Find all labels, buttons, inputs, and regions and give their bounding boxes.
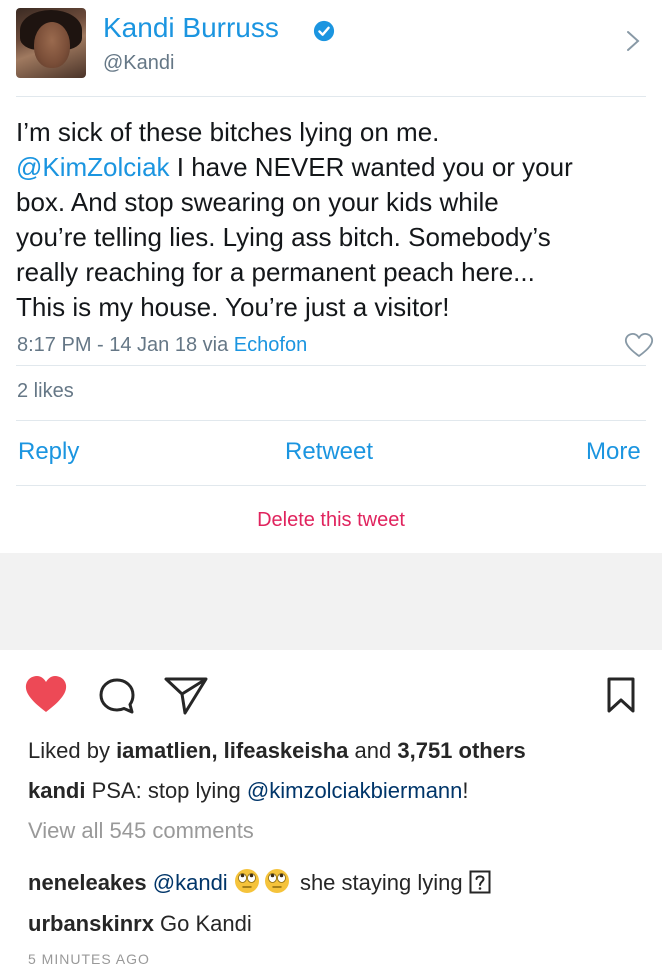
view-all-comments[interactable]: View all 545 comments bbox=[28, 818, 254, 844]
tweet-card: Kandi Burruss @Kandi I’m sick of these b… bbox=[0, 0, 662, 553]
caption-username[interactable]: kandi bbox=[28, 778, 85, 803]
tweet-text: I’m sick of these bitches lying on me. @… bbox=[16, 115, 646, 325]
rolling-eyes-emoji bbox=[234, 869, 259, 893]
instagram-post-footer: Liked by iamatlien, lifeaskeisha and 3,7… bbox=[0, 650, 662, 959]
via-app-link[interactable]: Echofon bbox=[234, 334, 307, 356]
caption: kandi PSA: stop lying @kimzolciakbierman… bbox=[28, 778, 469, 803]
rolling-eyes-emoji bbox=[264, 869, 289, 893]
unknown-glyph-box bbox=[469, 870, 491, 894]
liked-by-others[interactable]: 3,751 others bbox=[397, 738, 525, 763]
chevron-right-icon[interactable] bbox=[626, 30, 640, 52]
header-divider bbox=[16, 96, 646, 97]
comment-row: urbanskinrx Go Kandi bbox=[28, 911, 252, 936]
avatar[interactable] bbox=[16, 8, 86, 78]
comment-row: neneleakes @kandi she staying lying bbox=[28, 868, 491, 896]
post-timestamp: 5 MINUTES AGO bbox=[28, 951, 150, 967]
liked-by-user-1[interactable]: iamatlien bbox=[116, 738, 211, 763]
verified-badge-icon bbox=[313, 20, 335, 42]
bookmark-icon[interactable] bbox=[606, 676, 636, 714]
more-button[interactable]: More bbox=[586, 438, 641, 466]
user-handle[interactable]: @Kandi bbox=[103, 52, 174, 75]
tweet-meta: 8:17 PM - 14 Jan 18 via Echofon bbox=[17, 334, 307, 357]
reply-button[interactable]: Reply bbox=[18, 438, 79, 466]
tweet-line-4: you’re telling lies. Lying ass bitch. So… bbox=[16, 222, 551, 252]
tweet-line-5: really reaching for a permanent peach he… bbox=[16, 257, 535, 287]
liked-by-user-2[interactable]: lifeaskeisha bbox=[224, 738, 349, 763]
comment-icon[interactable] bbox=[97, 676, 137, 716]
comment-username[interactable]: neneleakes bbox=[28, 870, 147, 895]
heart-filled-icon[interactable] bbox=[24, 674, 68, 714]
retweet-button[interactable]: Retweet bbox=[285, 438, 373, 466]
tweet-line-2: @KimZolciak I have NEVER wanted you or y… bbox=[16, 152, 573, 182]
avatar-face bbox=[34, 22, 70, 68]
caption-mention[interactable]: @kimzolciakbiermann bbox=[247, 778, 463, 803]
likes-count[interactable]: 2 likes bbox=[17, 380, 74, 403]
tweet-timestamp: 8:17 PM - 14 Jan 18 via bbox=[17, 334, 234, 356]
background-band bbox=[0, 553, 662, 650]
actions-divider bbox=[16, 485, 646, 486]
tweet-line-1: I’m sick of these bitches lying on me. bbox=[16, 117, 440, 147]
display-name[interactable]: Kandi Burruss bbox=[103, 12, 279, 44]
delete-tweet-button[interactable]: Delete this tweet bbox=[0, 509, 662, 532]
comment-username[interactable]: urbanskinrx bbox=[28, 911, 154, 936]
tweet-line-3: box. And stop swearing on your kids whil… bbox=[16, 187, 499, 217]
share-icon[interactable] bbox=[163, 674, 209, 716]
meta-divider bbox=[16, 365, 646, 366]
comment-mention[interactable]: @kandi bbox=[153, 870, 228, 895]
tweet-line-6: This is my house. You’re just a visitor! bbox=[16, 292, 450, 322]
heart-outline-icon[interactable] bbox=[624, 332, 654, 358]
mention-link[interactable]: @KimZolciak bbox=[16, 152, 170, 182]
likes-divider bbox=[16, 420, 646, 421]
liked-by-line[interactable]: Liked by iamatlien, lifeaskeisha and 3,7… bbox=[28, 738, 526, 764]
